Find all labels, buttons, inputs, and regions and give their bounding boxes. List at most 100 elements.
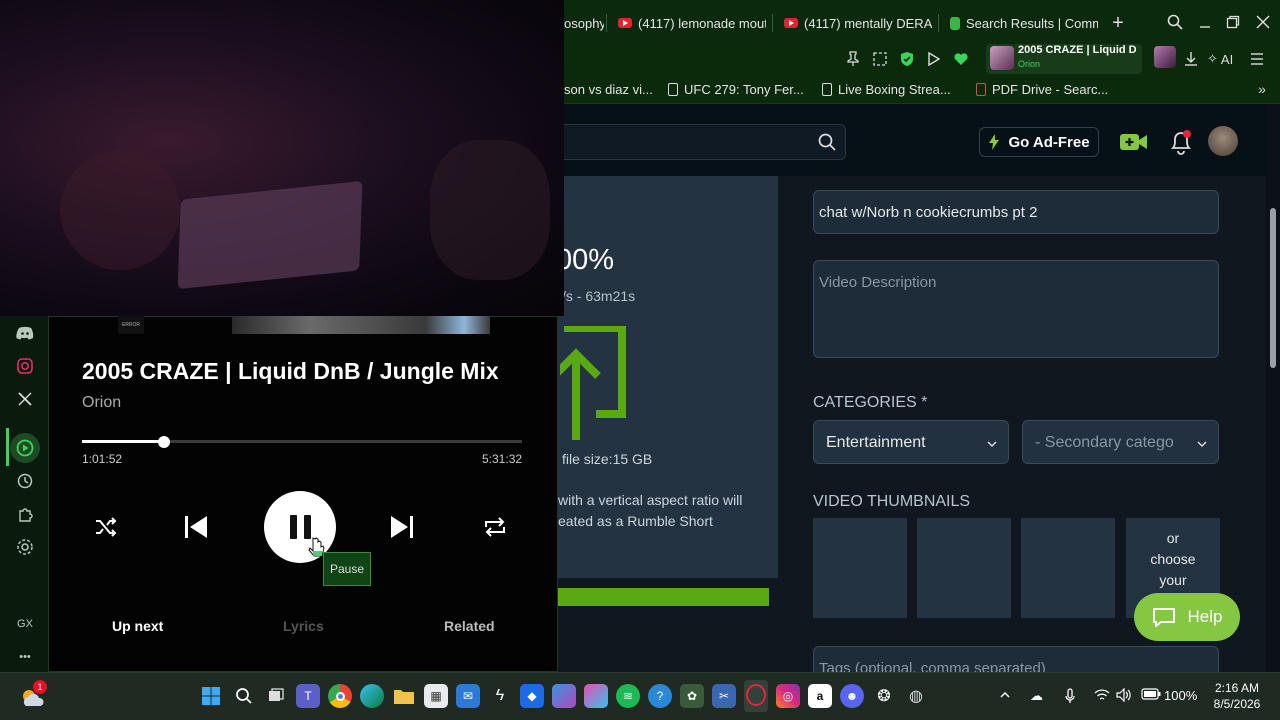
close-icon[interactable] bbox=[1248, 8, 1278, 36]
tab-label: (4117) mentally DERAN bbox=[804, 15, 932, 31]
bookmark-item[interactable]: Live Boxing Strea... bbox=[822, 78, 951, 100]
document-icon bbox=[668, 82, 678, 96]
primary-category-select[interactable]: Entertainment bbox=[813, 420, 1009, 464]
go-ad-free-button[interactable]: Go Ad-Free bbox=[979, 127, 1099, 157]
wifi-icon[interactable] bbox=[1094, 688, 1110, 705]
upload-arrow-icon bbox=[551, 324, 626, 442]
primary-category-value: Entertainment bbox=[826, 434, 926, 451]
download-icon[interactable] bbox=[1180, 48, 1202, 70]
tab-lemonade[interactable]: (4117) lemonade mout bbox=[618, 10, 766, 36]
bookmark-item[interactable]: son vs diaz vi... bbox=[564, 78, 653, 100]
help-app-icon[interactable]: ? bbox=[648, 684, 672, 708]
file-explorer-icon[interactable] bbox=[392, 684, 416, 708]
repeat-icon[interactable] bbox=[473, 506, 517, 548]
opera-gx-icon[interactable] bbox=[746, 684, 766, 706]
chrome-icon[interactable] bbox=[328, 684, 352, 708]
system-clock[interactable]: 2:16 AM 8/5/2026 bbox=[1208, 680, 1266, 712]
bookmark-item[interactable]: UFC 279: Tony Fer... bbox=[668, 78, 804, 100]
dropbox-icon[interactable]: ◆ bbox=[520, 684, 544, 708]
thumbnail-option[interactable] bbox=[1021, 518, 1115, 618]
gx-logo[interactable]: GX bbox=[12, 611, 38, 637]
battery-icon[interactable] bbox=[1141, 688, 1161, 703]
history-clock-icon[interactable] bbox=[12, 468, 38, 494]
help-button[interactable]: Help bbox=[1134, 593, 1240, 641]
mail-icon[interactable]: ✉ bbox=[456, 684, 480, 708]
snipping-tool-icon[interactable]: ✂ bbox=[712, 684, 736, 708]
x-twitter-icon[interactable] bbox=[12, 386, 38, 412]
teams-icon[interactable]: T bbox=[296, 684, 320, 708]
design-app-icon[interactable] bbox=[584, 684, 608, 708]
play-icon[interactable] bbox=[923, 48, 945, 70]
tray-chevron-up-icon[interactable] bbox=[999, 688, 1011, 703]
amazon-icon[interactable]: a bbox=[808, 684, 832, 708]
discord-icon[interactable] bbox=[12, 320, 38, 346]
choose-line: choose bbox=[1150, 551, 1196, 567]
new-tab-button[interactable]: + bbox=[1107, 12, 1129, 34]
video-title-input[interactable]: chat w/Norb n cookiecrumbs pt 2 bbox=[813, 190, 1219, 234]
settings-gear-icon[interactable] bbox=[12, 534, 38, 560]
fruity-loops-icon[interactable]: ✿ bbox=[680, 684, 704, 708]
chatgpt-icon[interactable]: ❂ bbox=[872, 684, 896, 708]
microphone-icon[interactable] bbox=[1064, 688, 1076, 707]
cloud-sync-icon[interactable]: ☁ bbox=[1030, 688, 1043, 704]
pause-tooltip: Pause bbox=[323, 552, 371, 586]
scrollbar-thumb[interactable] bbox=[1270, 208, 1276, 368]
site-search-input[interactable] bbox=[540, 124, 846, 160]
bookmarks-overflow-icon[interactable]: » bbox=[1252, 80, 1272, 98]
spotify-icon[interactable]: ≋ bbox=[616, 684, 640, 708]
previous-track-icon[interactable] bbox=[174, 506, 218, 548]
webcam-overlay bbox=[0, 0, 564, 316]
video-description-textarea[interactable]: Video Description bbox=[813, 260, 1219, 358]
page-scrollbar[interactable] bbox=[1266, 104, 1280, 672]
battery-percent: 100% bbox=[1164, 688, 1198, 703]
go-live-camera-icon[interactable] bbox=[1118, 128, 1150, 156]
instagram-icon[interactable] bbox=[12, 353, 38, 379]
taskbar-search-icon[interactable] bbox=[232, 684, 256, 708]
thumbnail-option[interactable] bbox=[813, 518, 907, 618]
clock-time: 2:16 AM bbox=[1214, 681, 1260, 695]
secondary-category-value: - Secondary catego bbox=[1035, 434, 1174, 451]
store-icon[interactable]: ▦ bbox=[424, 684, 448, 708]
next-track-icon[interactable] bbox=[380, 506, 424, 548]
edge-icon[interactable] bbox=[360, 684, 384, 708]
heart-icon[interactable] bbox=[950, 48, 972, 70]
search-icon[interactable] bbox=[818, 133, 836, 156]
rumble-icon bbox=[950, 16, 960, 30]
chat-icon bbox=[1152, 608, 1175, 627]
tab-mentally-deranged[interactable]: (4117) mentally DERAN bbox=[784, 10, 932, 36]
bell-icon[interactable] bbox=[1168, 128, 1194, 156]
instagram-taskbar-icon[interactable]: ◎ bbox=[776, 684, 800, 708]
total-duration: 5:31:32 bbox=[482, 452, 523, 466]
tab-search-results[interactable]: Search Results | Comm bbox=[950, 10, 1098, 36]
copilot-icon[interactable] bbox=[552, 684, 576, 708]
profile-avatar[interactable] bbox=[1154, 46, 1176, 68]
secondary-category-select[interactable]: - Secondary catego bbox=[1022, 420, 1219, 464]
ai-button[interactable]: ✧ AI bbox=[1207, 48, 1233, 70]
minimize-icon[interactable] bbox=[1190, 8, 1220, 36]
restore-icon[interactable] bbox=[1218, 8, 1248, 36]
tab-lyrics[interactable]: Lyrics bbox=[283, 618, 324, 634]
windows-start-icon[interactable] bbox=[199, 684, 223, 708]
tab-philosophy[interactable]: osophy bbox=[564, 10, 604, 36]
discord-taskbar-icon[interactable]: ☻ bbox=[840, 684, 864, 708]
bookmark-item[interactable]: PDF Drive - Searc... bbox=[976, 78, 1108, 100]
pin-icon[interactable] bbox=[842, 48, 864, 70]
extensions-puzzle-icon[interactable] bbox=[12, 501, 38, 527]
obs-icon[interactable]: ◍ bbox=[904, 684, 928, 708]
search-tabs-icon[interactable] bbox=[1160, 8, 1190, 36]
shield-icon[interactable] bbox=[896, 48, 918, 70]
shuffle-icon[interactable] bbox=[84, 506, 128, 548]
sidebar-more-icon[interactable]: ••• bbox=[12, 644, 38, 670]
user-avatar[interactable] bbox=[1208, 126, 1238, 156]
thumbnail-option[interactable] bbox=[917, 518, 1011, 618]
tab-related[interactable]: Related bbox=[444, 618, 495, 634]
volume-icon[interactable] bbox=[1116, 687, 1132, 705]
snapshot-icon[interactable] bbox=[869, 48, 891, 70]
tab-up-next[interactable]: Up next bbox=[112, 618, 163, 634]
music-player-icon bbox=[12, 435, 38, 461]
task-view-icon[interactable] bbox=[264, 684, 288, 708]
seek-bar-handle[interactable] bbox=[158, 436, 170, 448]
tags-input[interactable]: Tags (optional, comma separated) bbox=[813, 646, 1219, 672]
lightning-app-icon[interactable]: ϟ bbox=[488, 684, 512, 708]
menu-icon[interactable] bbox=[1246, 48, 1268, 70]
